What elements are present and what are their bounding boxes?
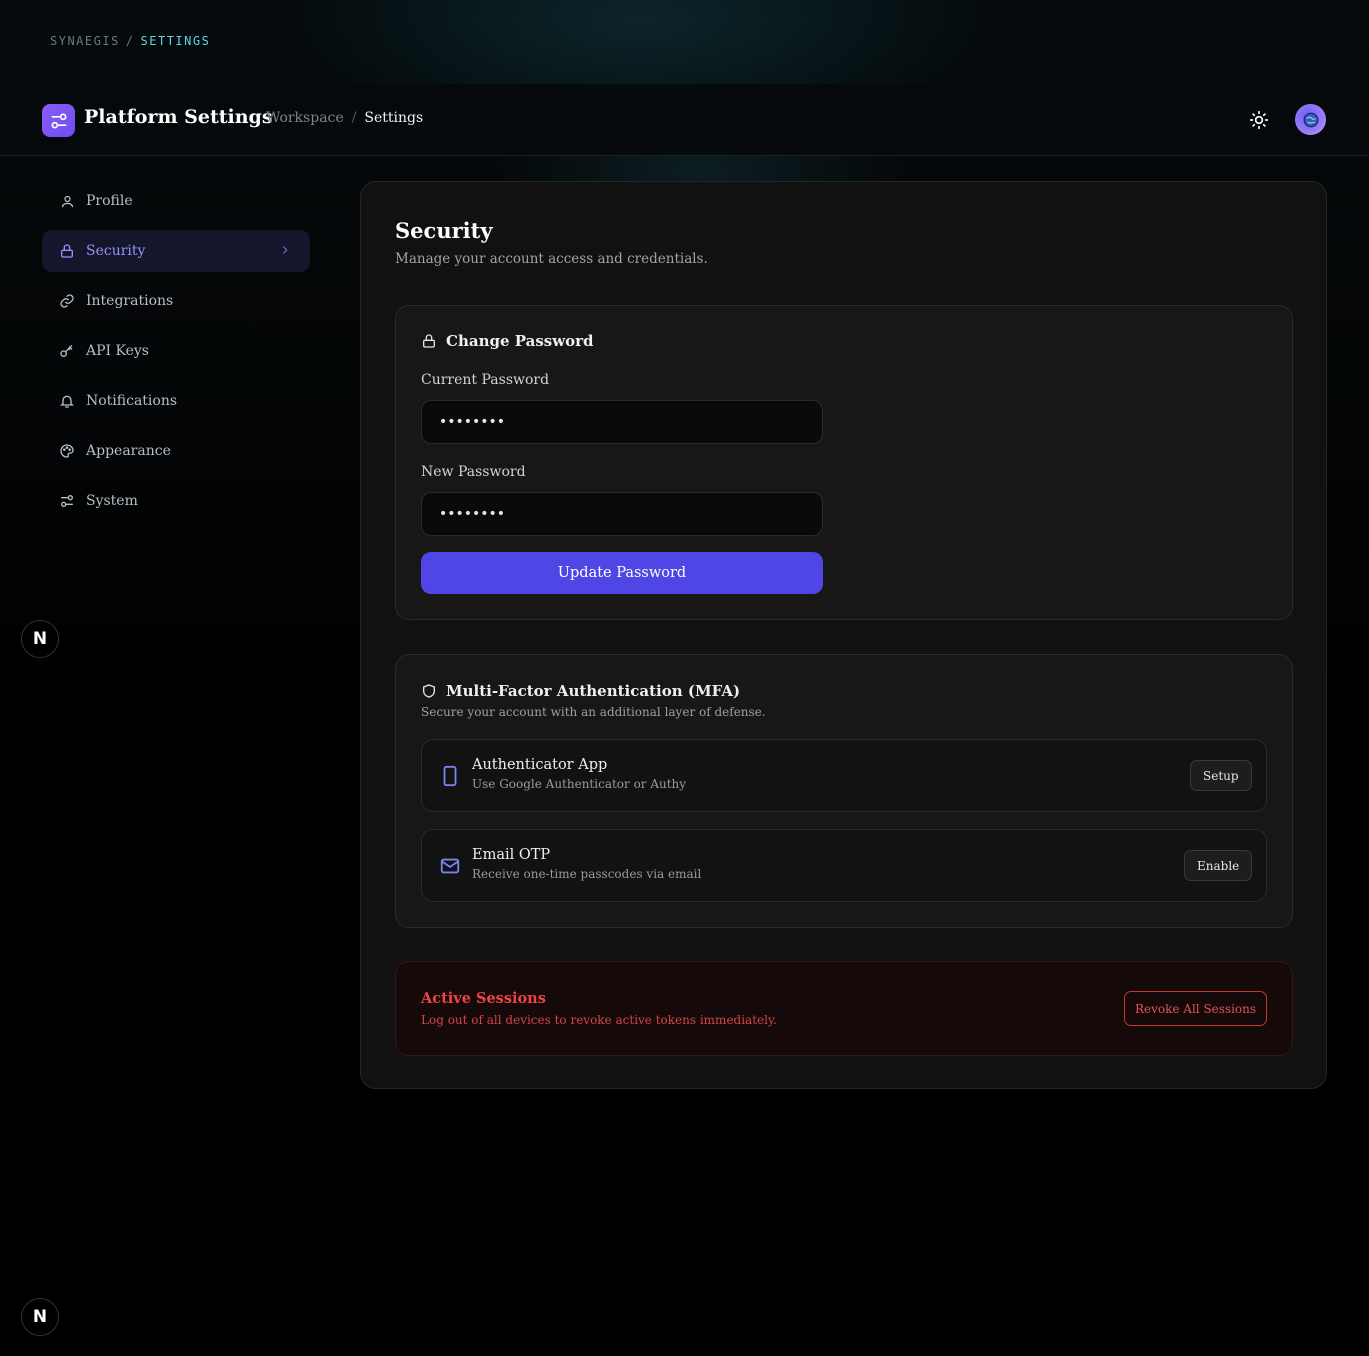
page-title: Security: [395, 218, 493, 243]
n-badge[interactable]: N: [21, 620, 59, 658]
mfa-method-desc: Use Google Authenticator or Authy: [472, 777, 687, 791]
sidebar-item-label: System: [86, 493, 138, 509]
sidebar-item-label: Integrations: [86, 293, 174, 309]
lock-icon: [421, 333, 437, 349]
mfa-method-desc: Receive one-time passcodes via email: [472, 867, 702, 881]
top-breadcrumb-current: SETTINGS: [140, 34, 211, 48]
mfa-method-authenticator: Authenticator App Use Google Authenticat…: [421, 739, 1267, 812]
app-title: Platform Settings: [84, 106, 273, 128]
mfa-section: Multi-Factor Authentication (MFA) Secure…: [395, 654, 1293, 928]
lock-icon: [59, 243, 75, 259]
bell-icon: [59, 393, 75, 409]
sidebar-item-label: Notifications: [86, 393, 178, 409]
sidebar-item-label: Profile: [86, 193, 133, 209]
sidebar-item-notifications[interactable]: Notifications: [42, 380, 310, 422]
sidebar-item-appearance[interactable]: Appearance: [42, 430, 310, 472]
active-sessions-section: Active Sessions Log out of all devices t…: [395, 961, 1293, 1056]
mfa-method-title: Email OTP: [472, 847, 551, 863]
mail-icon: [439, 855, 461, 877]
sidebar-item-label: API Keys: [86, 343, 149, 359]
change-password-title: Change Password: [446, 332, 594, 350]
top-breadcrumb-root[interactable]: SYNAEGIS: [50, 34, 120, 48]
sidebar-item-profile[interactable]: Profile: [42, 180, 310, 222]
header-breadcrumb: Workspace / Settings: [266, 110, 423, 126]
sidebar-item-label: Appearance: [86, 443, 171, 459]
palette-icon: [59, 443, 75, 459]
revoke-all-sessions-button[interactable]: Revoke All Sessions: [1124, 991, 1267, 1026]
breadcrumb-workspace[interactable]: Workspace: [266, 110, 344, 126]
top-breadcrumb: SYNAEGIS / SETTINGS: [50, 34, 210, 48]
active-sessions-desc: Log out of all devices to revoke active …: [421, 1013, 777, 1027]
sidebar-item-label: Security: [86, 243, 146, 259]
key-icon: [59, 343, 75, 359]
page-subtitle: Manage your account access and credentia…: [395, 251, 708, 267]
active-sessions-title: Active Sessions: [421, 990, 546, 1007]
user-avatar[interactable]: [1295, 104, 1326, 135]
new-password-input[interactable]: [421, 492, 823, 536]
update-password-button[interactable]: Update Password: [421, 552, 823, 594]
new-password-label: New Password: [421, 464, 526, 480]
settings-logo-icon: [42, 104, 75, 137]
mfa-heading: Multi-Factor Authentication (MFA): [421, 682, 740, 700]
breadcrumb-settings: Settings: [364, 110, 424, 126]
chevron-right-icon: [278, 243, 292, 261]
sliders-icon: [59, 493, 75, 509]
sidebar-item-security[interactable]: Security: [42, 230, 310, 272]
shield-icon: [421, 683, 437, 699]
sidebar-item-integrations[interactable]: Integrations: [42, 280, 310, 322]
breadcrumb-separator: /: [351, 110, 357, 126]
setup-button[interactable]: Setup: [1190, 760, 1252, 791]
app-header: Platform Settings Workspace / Settings: [0, 84, 1369, 156]
sun-icon[interactable]: [1246, 107, 1272, 133]
sidebar-nav: Profile Security Integrations API Keys N…: [42, 180, 310, 530]
security-panel: Security Manage your account access and …: [360, 181, 1327, 1089]
change-password-section: Change Password Current Password New Pas…: [395, 305, 1293, 620]
n-badge-bottom[interactable]: N: [21, 1298, 59, 1336]
smartphone-icon: [439, 765, 461, 787]
sidebar-item-system[interactable]: System: [42, 480, 310, 522]
current-password-label: Current Password: [421, 372, 550, 388]
enable-button[interactable]: Enable: [1184, 850, 1253, 881]
mfa-method-email-otp: Email OTP Receive one-time passcodes via…: [421, 829, 1267, 902]
sidebar-item-api-keys[interactable]: API Keys: [42, 330, 310, 372]
mfa-subtitle: Secure your account with an additional l…: [421, 705, 766, 719]
link-icon: [59, 293, 75, 309]
current-password-input[interactable]: [421, 400, 823, 444]
mfa-method-title: Authenticator App: [472, 757, 608, 773]
top-breadcrumb-separator: /: [125, 34, 135, 48]
change-password-heading: Change Password: [421, 332, 594, 350]
user-icon: [59, 193, 75, 209]
mfa-title: Multi-Factor Authentication (MFA): [446, 682, 741, 700]
